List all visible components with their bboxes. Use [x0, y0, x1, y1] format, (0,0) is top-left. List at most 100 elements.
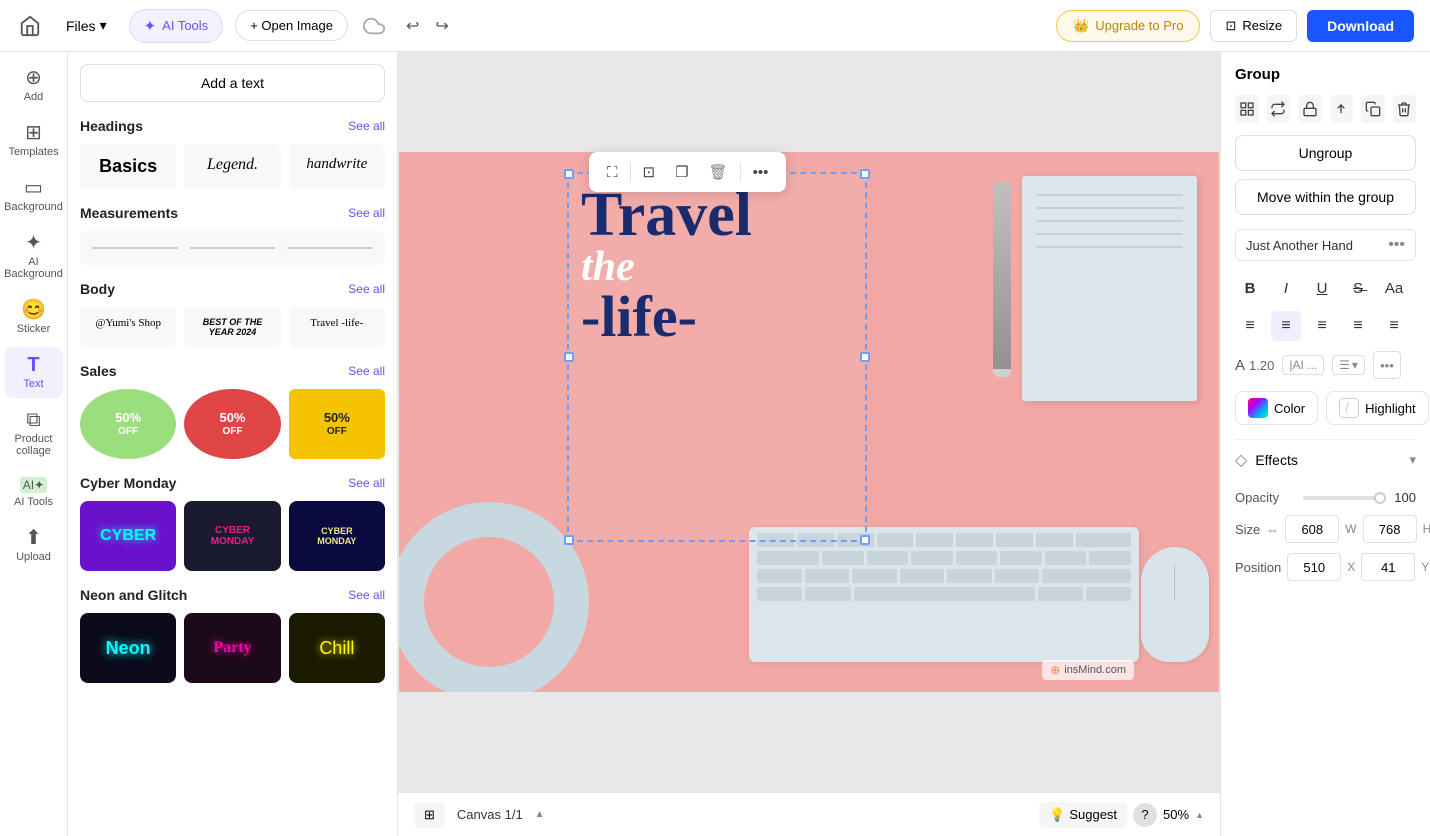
delete-canvas-button[interactable]: 🗑 [701, 158, 736, 186]
sidebar-item-ai-tools[interactable]: AI✦ AI Tools [5, 469, 63, 516]
handle-middle-right[interactable] [860, 352, 870, 362]
strikethrough-button[interactable]: S̶ [1343, 273, 1373, 303]
color-button[interactable]: Color [1235, 391, 1318, 425]
handle-top-right[interactable] [860, 169, 870, 179]
highlight-button[interactable]: Highlight [1326, 391, 1429, 425]
sidebar-item-text[interactable]: T Text [5, 347, 63, 398]
canvas-text-content: Travel the -life- [569, 174, 865, 356]
align-center-button[interactable]: ≡ [1271, 311, 1301, 341]
sidebar-item-add[interactable]: ⊕ Add [5, 60, 63, 111]
sales-see-all[interactable]: See all [348, 364, 385, 378]
italic-button[interactable]: I [1271, 273, 1301, 303]
ai-tools-button[interactable]: ✦ AI Tools [129, 9, 224, 43]
neon-grid: Neon Party Chill [80, 613, 385, 683]
body-sample-yumis[interactable]: @Yumi's Shop [80, 307, 176, 347]
download-button[interactable]: Download [1307, 10, 1414, 42]
text-format-row: B I U S̶ Aa [1235, 273, 1416, 303]
ungroup-button[interactable]: Ungroup [1235, 135, 1416, 171]
canvas-chevron-up[interactable]: ▲ [535, 809, 545, 820]
group-delete-icon[interactable] [1393, 95, 1417, 123]
case-button[interactable]: Aa [1379, 273, 1409, 303]
sales-item-1[interactable]: 50%OFF [80, 389, 176, 459]
sidebar-item-product-collage[interactable]: ⧉ Product collage [5, 402, 63, 465]
body-see-all[interactable]: See all [348, 282, 385, 296]
sidebar-item-upload[interactable]: ⬆ Upload [5, 520, 63, 571]
crop-button[interactable]: ⊡ [635, 158, 664, 186]
help-button[interactable]: ? [1133, 803, 1157, 827]
list-button[interactable]: ☰ ▾ [1332, 355, 1365, 375]
sidebar-item-sticker[interactable]: 😊 Sticker [5, 292, 63, 343]
headings-see-all[interactable]: See all [348, 119, 385, 133]
handle-middle-left[interactable] [564, 352, 574, 362]
files-menu[interactable]: Files ▾ [56, 11, 117, 40]
body-section-header: Body See all [80, 281, 385, 297]
align-justify-button[interactable]: ≡ [1343, 311, 1373, 341]
home-button[interactable] [16, 12, 44, 40]
neon-item-2[interactable]: Party [184, 613, 280, 683]
opacity-thumb[interactable] [1374, 492, 1386, 504]
align-mixed-button[interactable]: ≡ [1379, 311, 1409, 341]
upgrade-button[interactable]: 👑 Upgrade to Pro [1056, 10, 1200, 42]
open-image-button[interactable]: + Open Image [235, 10, 348, 41]
neon-item-1[interactable]: Neon [80, 613, 176, 683]
more-options-canvas-button[interactable]: ••• [745, 159, 777, 186]
body-sample-travel[interactable]: Travel -life- [289, 307, 385, 347]
cyber-item-2[interactable]: CYBERMONDAY [184, 501, 280, 571]
resize-button[interactable]: ⊡ Resize [1210, 10, 1297, 42]
font-sample-legend[interactable]: Legend. [184, 144, 280, 189]
group-lock-icon[interactable] [1298, 95, 1322, 123]
layers-button[interactable]: ⊞ [414, 802, 445, 828]
neon-see-all[interactable]: See all [348, 588, 385, 602]
handle-bottom-left[interactable] [564, 535, 574, 545]
position-y-input[interactable] [1361, 553, 1415, 581]
redo-button[interactable]: ↪ [429, 10, 454, 42]
more-text-options-button[interactable]: ••• [1373, 351, 1401, 379]
duplicate-canvas-button[interactable]: ❐ [667, 158, 696, 186]
align-right-button[interactable]: ≡ [1307, 311, 1337, 341]
position-x-input[interactable] [1287, 553, 1341, 581]
sales-item-3[interactable]: 50%OFF [289, 389, 385, 459]
cyber-item-3[interactable]: CYBERMONDAY [289, 501, 385, 571]
group-duplicate-icon[interactable] [1361, 95, 1385, 123]
underline-button[interactable]: U [1307, 273, 1337, 303]
sales-item-2[interactable]: 50%OFF [184, 389, 280, 459]
font-more-button[interactable]: ••• [1388, 236, 1405, 254]
group-layers-icon[interactable] [1235, 95, 1259, 123]
cyber-item-1[interactable]: CYBER [80, 501, 176, 571]
opacity-slider[interactable] [1303, 496, 1384, 500]
sidebar-item-background[interactable]: ▭ Background [5, 170, 63, 221]
add-text-button[interactable]: Add a text [80, 64, 385, 102]
suggest-button[interactable]: 💡 Suggest [1039, 802, 1127, 828]
undo-redo-group: ↩ ↪ [400, 10, 455, 42]
font-selector[interactable]: Just Another Hand ••• [1235, 229, 1416, 261]
sidebar-item-templates[interactable]: ⊞ Templates [5, 115, 63, 166]
font-sample-basics[interactable]: Basics [80, 144, 176, 189]
sidebar-item-ai-background[interactable]: ✦ AI Background [5, 225, 63, 288]
topbar: Files ▾ ✦ AI Tools + Open Image ↩ ↪ 👑 Up… [0, 0, 1430, 52]
watermark: ⊕ insMind.com [1042, 660, 1134, 680]
handle-bottom-right[interactable] [860, 535, 870, 545]
handle-top-left[interactable] [564, 169, 574, 179]
undo-button[interactable]: ↩ [400, 10, 425, 42]
move-within-button[interactable]: Move within the group [1235, 179, 1416, 215]
align-left-button[interactable]: ≡ [1235, 311, 1265, 341]
ai-text-button[interactable]: |AI ... [1282, 355, 1324, 375]
cyber-see-all[interactable]: See all [348, 476, 385, 490]
font-sample-handwrite[interactable]: handwrite [289, 144, 385, 189]
neon-item-3[interactable]: Chill [289, 613, 385, 683]
canvas-bottombar: ⊞ Canvas 1/1 ▲ 💡 Suggest ? 50% ▲ [398, 792, 1220, 836]
product-collage-icon: ⧉ [26, 410, 40, 430]
effects-chevron[interactable]: ▾ [1409, 452, 1416, 468]
fullscreen-button[interactable]: ⛶ [599, 159, 626, 186]
size-link-icon[interactable]: ⇔ [1266, 522, 1279, 537]
group-flip-icon[interactable] [1267, 95, 1291, 123]
position-y-label: Y [1421, 560, 1429, 574]
body-sample-best[interactable]: BEST OF THE YEAR 2024 [184, 307, 280, 347]
canvas-text-selection[interactable]: Travel the -life- [567, 172, 867, 542]
notebook-element [1022, 176, 1197, 401]
group-position-icon[interactable] [1330, 95, 1354, 123]
size-height-input[interactable] [1363, 515, 1417, 543]
size-width-input[interactable] [1285, 515, 1339, 543]
measurements-see-all[interactable]: See all [348, 206, 385, 220]
bold-button[interactable]: B [1235, 273, 1265, 303]
